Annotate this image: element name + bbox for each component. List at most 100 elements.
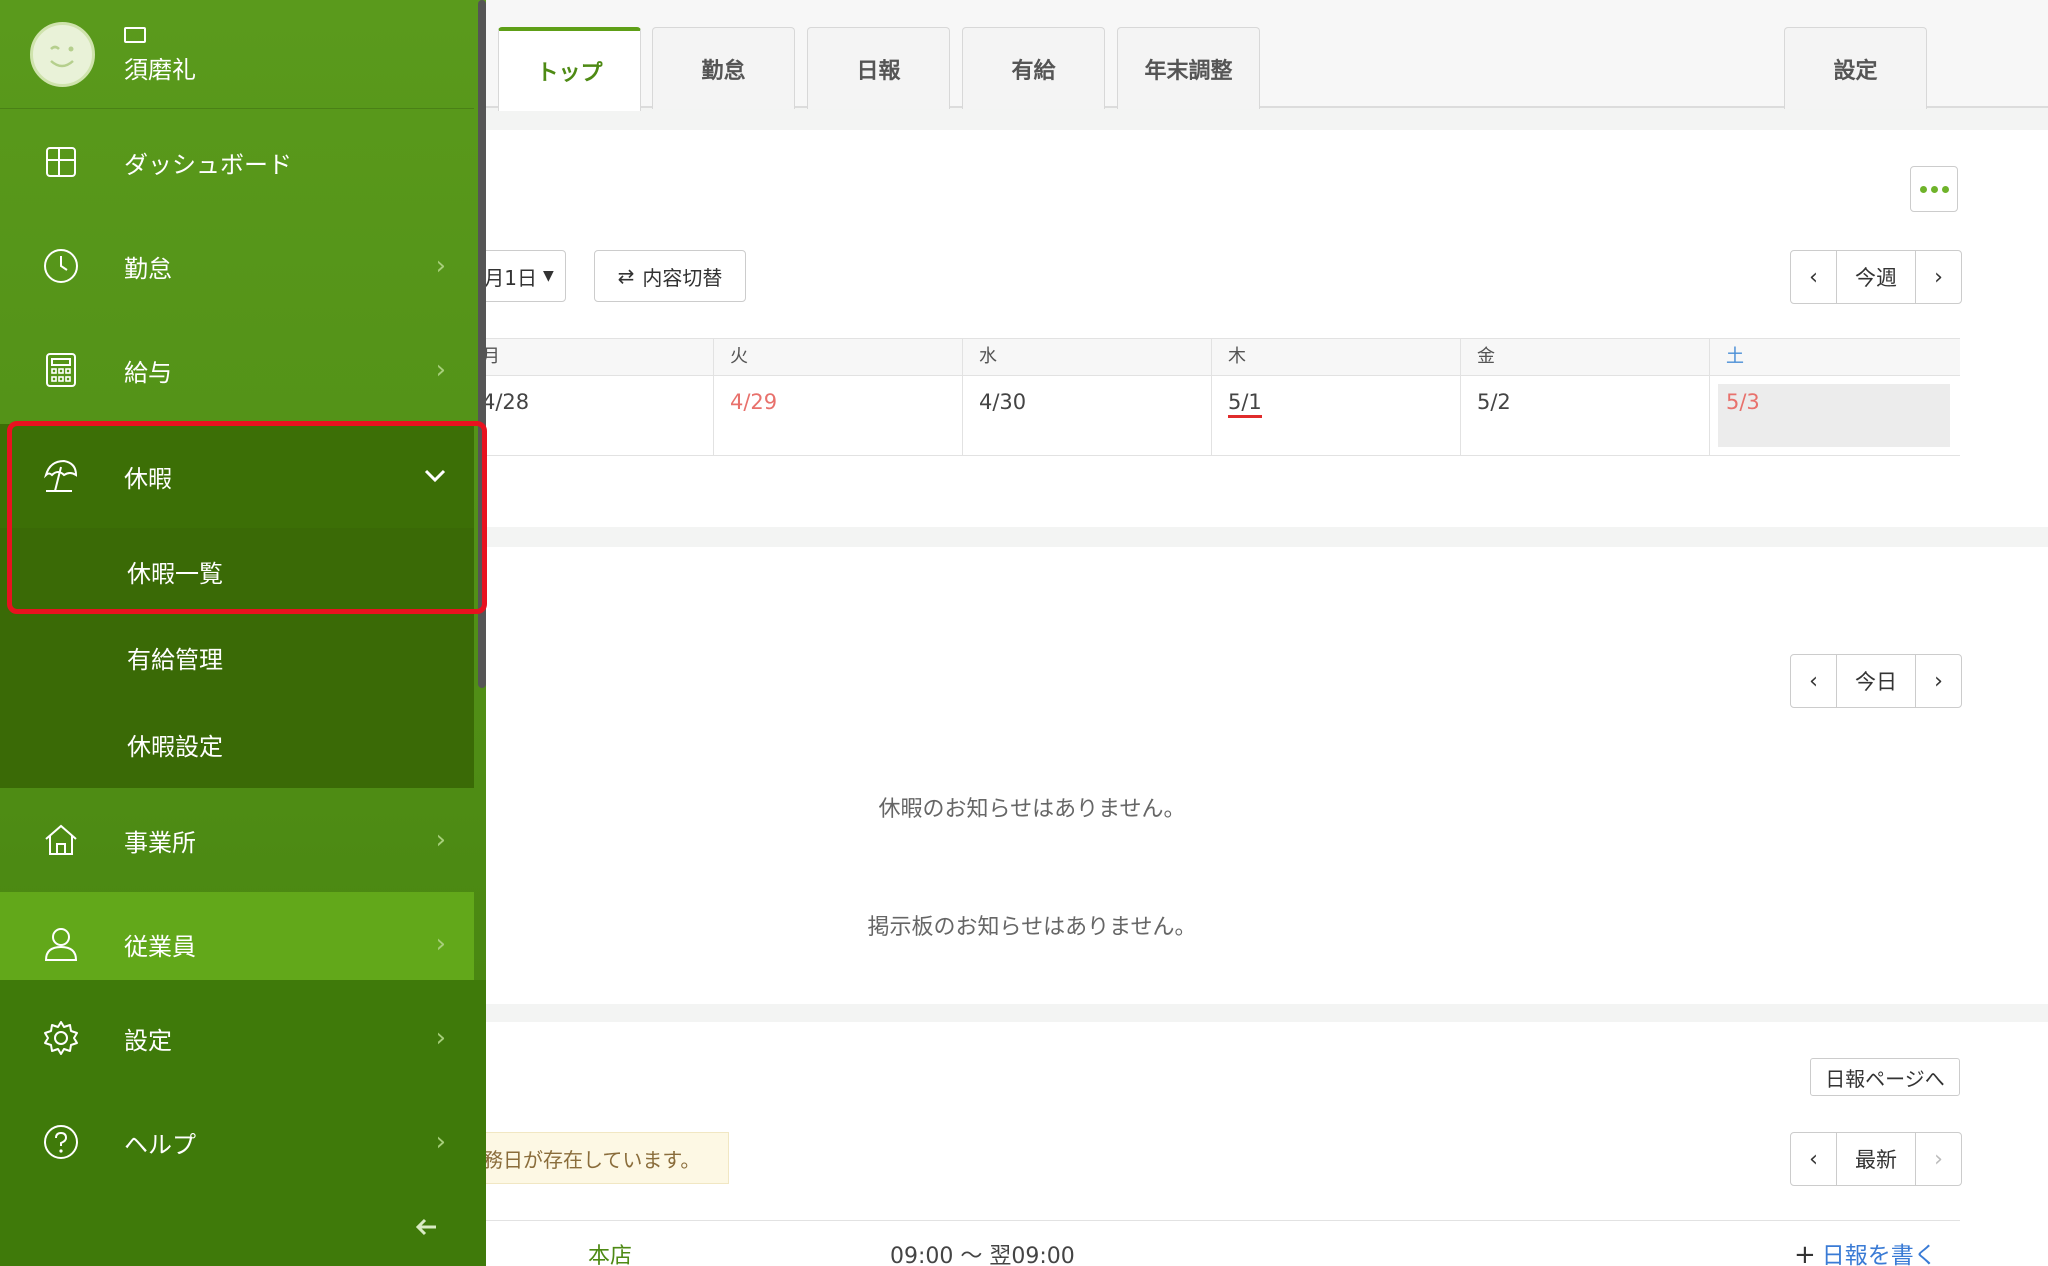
home-icon xyxy=(42,821,80,859)
more-options-button[interactable] xyxy=(1910,166,1958,212)
date-label: 4/30 xyxy=(979,390,1027,414)
day-header-saturday: 土 xyxy=(1709,339,1958,375)
sidebar-item-dashboard[interactable]: ダッシュボード xyxy=(0,110,474,214)
tab-year-end[interactable]: 年末調整 xyxy=(1117,27,1260,109)
dashboard-icon xyxy=(42,143,80,181)
sidebar: 須磨礼 ダッシュボード 勤怠 › 給与 › 休暇 休暇一覧 有給管理 休暇設定 … xyxy=(0,0,486,1266)
help-icon xyxy=(42,1123,80,1161)
chevron-right-icon: › xyxy=(435,1023,446,1053)
tab-daily-report[interactable]: 日報 xyxy=(807,27,950,109)
sidebar-item-label: 給与 xyxy=(124,358,172,387)
calculator-icon xyxy=(42,351,80,389)
chevron-right-icon: › xyxy=(435,251,446,281)
prev-day-button[interactable]: ‹ xyxy=(1791,655,1836,707)
prev-report-button[interactable]: ‹ xyxy=(1791,1133,1836,1185)
sidebar-subitem-label: 休暇一覧 xyxy=(127,559,223,588)
sidebar-subitem-leave-list[interactable]: 休暇一覧 xyxy=(0,528,474,614)
date-selector-label: 月1日 xyxy=(484,265,537,290)
workday-notice: 務日が存在しています。 xyxy=(482,1132,729,1184)
caret-down-icon: ▼ xyxy=(542,268,554,284)
content-toggle-button[interactable]: ⇄ 内容切替 xyxy=(594,250,746,302)
tab-settings[interactable]: 設定 xyxy=(1784,27,1927,109)
umbrella-icon xyxy=(42,457,80,495)
notices-card: ‹ 今日 › 休暇のお知らせはありません。 掲示板のお知らせはありません。 xyxy=(482,547,2048,1004)
sidebar-item-label: ヘルプ xyxy=(124,1130,196,1159)
tab-top[interactable]: トップ xyxy=(498,27,641,111)
date-cell-today[interactable]: 5/1 xyxy=(1211,376,1460,455)
gear-icon xyxy=(42,1019,80,1057)
user-name: 須磨礼 xyxy=(124,56,196,84)
sidebar-item-label: 勤怠 xyxy=(124,254,172,283)
date-cell[interactable]: 4/30 xyxy=(962,376,1211,455)
tab-bar: トップ 勤怠 日報 有給 年末調整 設定 xyxy=(482,0,2048,111)
plus-icon: + xyxy=(1794,1240,1816,1266)
collapse-sidebar-button[interactable] xyxy=(414,1214,438,1244)
prev-week-button[interactable]: ‹ xyxy=(1791,251,1836,303)
write-report-link[interactable]: + 日報を書く xyxy=(1794,1236,1937,1266)
main-content: トップ 勤怠 日報 有給 年末調整 設定 月1日 ▼ ⇄ 内容切替 ‹ 今週 ›… xyxy=(482,0,2048,1266)
sidebar-item-label: 事業所 xyxy=(124,828,196,857)
sidebar-item-office[interactable]: 事業所 › xyxy=(0,788,474,892)
chevron-right-icon: › xyxy=(435,929,446,959)
date-label-holiday: 5/3 xyxy=(1726,390,1760,414)
sidebar-subitem-label: 有給管理 xyxy=(127,645,223,674)
sidebar-subitem-paid-leave[interactable]: 有給管理 xyxy=(0,614,474,700)
leave-notice-empty: 休暇のお知らせはありません。 xyxy=(878,797,1186,822)
content-toggle-label: 内容切替 xyxy=(642,265,723,290)
avatar xyxy=(30,22,95,87)
sidebar-item-label: 従業員 xyxy=(124,932,196,961)
today-button[interactable]: 今日 xyxy=(1836,655,1916,707)
day-header: 火 xyxy=(713,339,962,375)
date-label: 5/2 xyxy=(1477,390,1511,414)
day-header: 金 xyxy=(1460,339,1709,375)
daily-report-page-button[interactable]: 日報ページへ xyxy=(1810,1058,1960,1096)
date-cell[interactable]: 4/29 xyxy=(713,376,962,455)
date-cell[interactable]: 5/3 xyxy=(1709,376,1958,455)
week-card: 月1日 ▼ ⇄ 内容切替 ‹ 今週 › 月 火 水 木 金 土 4/28 4/2… xyxy=(482,130,2048,527)
person-icon xyxy=(42,925,80,963)
office-link[interactable]: 本店 xyxy=(588,1238,632,1266)
tab-paid-leave[interactable]: 有給 xyxy=(962,27,1105,109)
chevron-down-icon xyxy=(424,464,446,489)
tab-attendance[interactable]: 勤怠 xyxy=(652,27,795,109)
workday-notice-text: 務日が存在しています。 xyxy=(483,1147,701,1172)
chevron-right-icon: › xyxy=(435,1127,446,1157)
user-profile[interactable]: 須磨礼 xyxy=(0,0,474,109)
date-label-today: 5/1 xyxy=(1228,390,1262,418)
week-calendar: 月 火 水 木 金 土 4/28 4/29 4/30 5/1 5/2 5/3 xyxy=(482,338,1960,456)
date-cell[interactable]: 5/2 xyxy=(1460,376,1709,455)
week-header: 月 火 水 木 金 土 xyxy=(482,338,1960,376)
chevron-right-icon: › xyxy=(435,825,446,855)
sidebar-item-settings[interactable]: 設定 › xyxy=(0,986,474,1090)
next-day-button[interactable]: › xyxy=(1916,655,1961,707)
report-card: 日報ページへ ‹ 最新 › 務日が存在しています。 本店 09:00 ～ 翌09… xyxy=(482,1022,2048,1266)
sidebar-scrollbar[interactable] xyxy=(478,0,486,688)
date-label-holiday: 4/29 xyxy=(730,390,778,414)
week-dates: 4/28 4/29 4/30 5/1 5/2 5/3 xyxy=(482,376,1960,456)
next-report-button[interactable]: › xyxy=(1916,1133,1961,1185)
shift-time: 09:00 ～ 翌09:00 xyxy=(890,1244,1075,1266)
day-header: 月 xyxy=(482,346,500,367)
sidebar-subitem-label: 休暇設定 xyxy=(127,732,223,761)
day-header: 水 xyxy=(962,339,1211,375)
sidebar-subitem-leave-settings[interactable]: 休暇設定 xyxy=(0,700,474,788)
next-week-button[interactable]: › xyxy=(1916,251,1961,303)
dot-icon xyxy=(1919,185,1927,193)
sidebar-item-attendance[interactable]: 勤怠 › xyxy=(0,214,474,318)
row-divider xyxy=(482,1220,1960,1221)
date-selector[interactable]: 月1日 ▼ xyxy=(482,250,566,302)
sidebar-item-label: 休暇 xyxy=(124,464,172,493)
dot-icon xyxy=(1941,185,1949,193)
clock-icon xyxy=(42,247,80,285)
sidebar-item-leave[interactable]: 休暇 xyxy=(0,424,474,528)
date-cell[interactable]: 4/28 xyxy=(482,376,713,455)
sidebar-item-payroll[interactable]: 給与 › xyxy=(0,318,474,422)
day-header: 木 xyxy=(1211,339,1460,375)
latest-button[interactable]: 最新 xyxy=(1836,1133,1916,1185)
sidebar-item-label: 設定 xyxy=(124,1026,172,1055)
id-card-icon xyxy=(124,27,146,43)
date-label: 4/28 xyxy=(482,390,530,414)
sidebar-item-help[interactable]: ヘルプ › xyxy=(0,1090,474,1194)
this-week-button[interactable]: 今週 xyxy=(1836,251,1916,303)
write-report-label: 日報を書く xyxy=(1821,1243,1937,1266)
